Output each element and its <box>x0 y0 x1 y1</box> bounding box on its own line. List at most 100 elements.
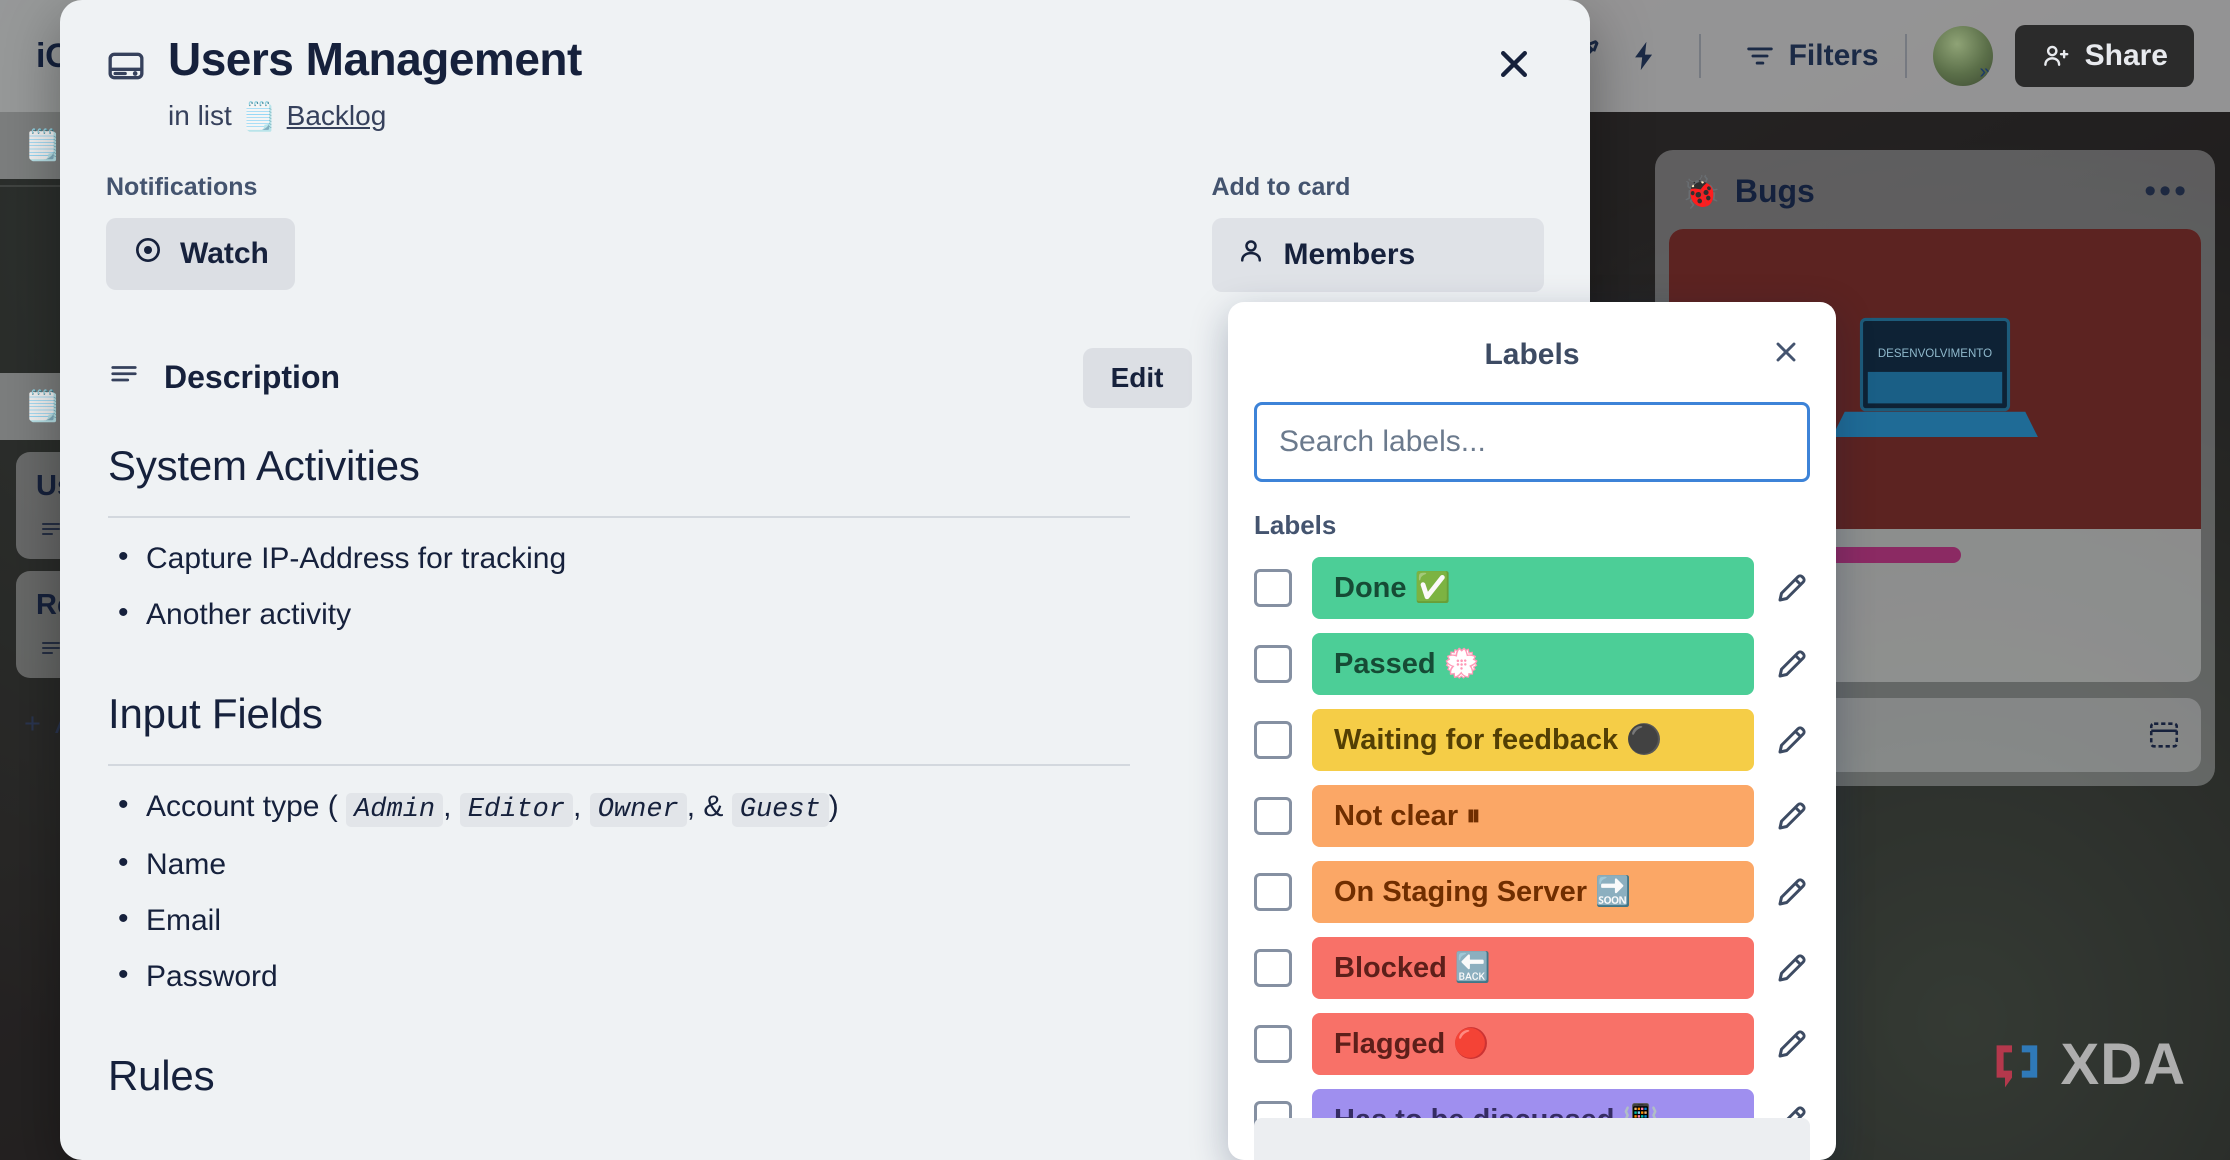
divider <box>108 763 1130 766</box>
label-checkbox[interactable] <box>1254 873 1292 911</box>
label-chip[interactable]: Not clear ⏸ <box>1312 785 1754 847</box>
input-fields-list: Account type ( Admin, Editor, Owner, & G… <box>108 789 1192 992</box>
sep-3: , & <box>686 789 724 823</box>
labels-section-label: Labels <box>1254 510 1337 540</box>
card-window-icon <box>106 46 146 91</box>
filters-label: Filters <box>1788 39 1879 72</box>
pencil-icon[interactable] <box>1774 798 1810 834</box>
eye-icon <box>132 234 164 274</box>
code-editor: Editor <box>459 792 574 827</box>
list-emoji-icon: 🗒️ <box>24 390 62 423</box>
label-row: Not clear ⏸ <box>1254 785 1810 847</box>
label-row: Passed 💮 <box>1254 633 1810 695</box>
pencil-icon[interactable] <box>1774 874 1810 910</box>
section-heading-input-fields: Input Fields <box>108 689 323 737</box>
code-owner: Owner <box>589 792 687 827</box>
share-button[interactable]: Share <box>2014 25 2194 87</box>
pencil-icon[interactable] <box>1774 950 1810 986</box>
labels-list: Done ✅ Passed 💮 Waiting for feedback ⚫ Not … <box>1254 557 1810 1151</box>
label-chip[interactable]: Done ✅ <box>1312 557 1754 619</box>
list-link[interactable]: Backlog <box>287 100 387 132</box>
laptop-caption: DESENVOLVIMENTO <box>1878 348 1992 360</box>
bugs-list-header: 🐞 Bugs ••• <box>1669 164 2201 229</box>
account-type-prefix: Account type ( <box>146 789 338 823</box>
laptop-illustration-icon: DESENVOLVIMENTO <box>1832 317 2038 437</box>
bolt-icon[interactable] <box>1617 28 1673 84</box>
close-icon[interactable] <box>1764 330 1808 374</box>
label-row: Flagged 🔴 <box>1254 1013 1810 1075</box>
members-button[interactable]: Members <box>1211 217 1544 292</box>
share-label: Share <box>2084 39 2168 72</box>
card-main-column: Notifications Watch Description Edit Sys… <box>106 173 1192 1100</box>
label-checkbox[interactable] <box>1254 1025 1292 1063</box>
code-guest: Guest <box>731 792 829 827</box>
filters-button[interactable]: Filters <box>1743 39 1879 73</box>
labels-popover-header: Labels <box>1254 322 1810 388</box>
create-label-button-partial[interactable] <box>1254 1118 1810 1160</box>
label-chip[interactable]: Blocked 🔙 <box>1312 937 1754 999</box>
label-checkbox[interactable] <box>1254 721 1292 759</box>
sep-2: , <box>573 789 582 823</box>
edit-button[interactable]: Edit <box>1082 347 1192 408</box>
list-item: Another activity <box>118 598 1192 630</box>
description-lines-icon <box>106 360 142 395</box>
label-row: Waiting for feedback ⚫ <box>1254 709 1810 771</box>
label-checkbox[interactable] <box>1254 797 1292 835</box>
pencil-icon[interactable] <box>1774 722 1810 758</box>
ladybug-icon: 🐞 <box>1681 173 1721 210</box>
section-heading-system-activities: System Activities <box>108 441 420 489</box>
template-icon[interactable] <box>2147 718 2181 752</box>
watch-button[interactable]: Watch <box>106 217 295 290</box>
xda-watermark: XDA <box>1991 1031 2186 1098</box>
list-item: Name <box>118 848 1192 880</box>
mini-label-chip <box>1821 547 1961 563</box>
topbar-divider <box>1698 34 1701 78</box>
list-item: Password <box>118 960 1192 992</box>
members-label: Members <box>1283 237 1416 271</box>
plus-icon: + <box>24 708 41 740</box>
avatar[interactable]: » <box>1932 26 1993 86</box>
account-type-suffix: ) <box>828 789 839 823</box>
label-checkbox[interactable] <box>1254 645 1292 683</box>
sep-1: , <box>443 789 452 823</box>
card-header: Users Management in list 🗒️ Backlog <box>106 33 1544 133</box>
description-title: Description <box>164 359 341 396</box>
pencil-icon[interactable] <box>1774 646 1810 682</box>
labels-popover: Labels Labels Done ✅ Passed 💮 Waiting for … <box>1228 302 1836 1160</box>
section-heading-rules: Rules <box>108 1051 215 1099</box>
label-row: On Staging Server 🔜 <box>1254 861 1810 923</box>
bugs-list-label: Bugs <box>1734 173 1815 209</box>
card-breadcrumb: in list 🗒️ Backlog <box>168 100 1484 133</box>
label-checkbox[interactable] <box>1254 949 1292 987</box>
watch-label: Watch <box>180 236 269 270</box>
xda-wordmark: XDA <box>2060 1032 2186 1097</box>
label-chip[interactable]: Passed 💮 <box>1312 633 1754 695</box>
person-icon <box>1236 236 1266 274</box>
label-chip[interactable]: Flagged 🔴 <box>1312 1013 1754 1075</box>
label-chip[interactable]: Waiting for feedback ⚫ <box>1312 709 1754 771</box>
list-item: Capture IP-Address for tracking <box>118 542 1192 574</box>
xda-logo-icon <box>1996 1044 2037 1087</box>
card-title-block: Users Management in list 🗒️ Backlog <box>168 33 1484 133</box>
page-title: Users Management <box>168 33 582 85</box>
avatar-chevrons-icon: » <box>1979 61 1991 83</box>
labels-popover-title: Labels <box>1484 338 1580 371</box>
code-admin: Admin <box>346 792 444 827</box>
label-checkbox[interactable] <box>1254 569 1292 607</box>
divider <box>108 515 1130 518</box>
pencil-icon[interactable] <box>1774 1026 1810 1062</box>
bugs-list-title[interactable]: 🐞 Bugs <box>1681 173 1815 211</box>
add-to-card-label: Add to card <box>1211 172 1351 201</box>
system-activities-list: Capture IP-Address for tracking Another … <box>108 542 1192 630</box>
list-item-account-type: Account type ( Admin, Editor, Owner, & G… <box>118 789 1192 827</box>
close-icon[interactable] <box>1484 34 1544 94</box>
label-chip[interactable]: On Staging Server 🔜 <box>1312 861 1754 923</box>
list-more-icon[interactable]: ••• <box>2144 172 2189 211</box>
list-emoji-icon: 🗒️ <box>241 100 277 132</box>
search-input[interactable] <box>1254 402 1810 482</box>
pencil-icon[interactable] <box>1774 570 1810 606</box>
list-item: Email <box>118 904 1192 936</box>
list-emoji-icon: 🗒️ <box>24 129 62 162</box>
